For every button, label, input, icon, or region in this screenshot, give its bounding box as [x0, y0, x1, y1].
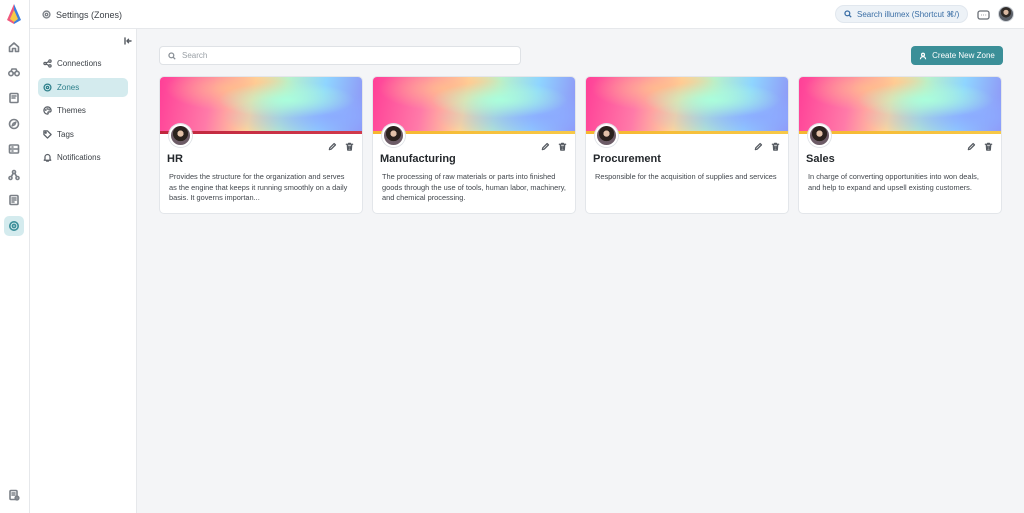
list-icon[interactable] — [6, 141, 22, 157]
trash-icon[interactable] — [770, 141, 780, 151]
trash-icon[interactable] — [557, 141, 567, 151]
sidebar-item-label: Zones — [57, 83, 80, 92]
zone-card-manufacturing[interactable]: Manufacturing The processing of raw mate… — [372, 76, 576, 214]
create-new-zone-button[interactable]: Create New Zone — [911, 46, 1003, 65]
zone-search-input[interactable] — [182, 51, 502, 60]
edit-icon[interactable] — [327, 141, 337, 151]
zone-name: HR — [167, 153, 183, 165]
zone-description: In charge of converting opportunities in… — [808, 172, 979, 192]
connections-icon — [43, 59, 52, 68]
zone-name: Manufacturing — [380, 153, 456, 165]
chat-icon[interactable] — [977, 8, 990, 20]
zone-description: The processing of raw materials or parts… — [382, 172, 566, 202]
create-new-zone-label: Create New Zone — [932, 51, 995, 60]
card-actions — [327, 141, 354, 151]
zone-avatar — [808, 124, 831, 147]
report-icon[interactable] — [6, 192, 22, 208]
global-search-button[interactable]: Search illumex (Shortcut ⌘/) — [835, 5, 968, 23]
book-icon[interactable] — [6, 90, 22, 106]
sidebar-item-connections[interactable]: Connections — [38, 54, 128, 73]
sidebar-item-themes[interactable]: Themes — [38, 101, 128, 120]
edit-icon[interactable] — [966, 141, 976, 151]
zone-card-procurement[interactable]: Procurement Responsible for the acquisit… — [585, 76, 789, 214]
sidebar-item-label: Connections — [57, 59, 102, 68]
card-actions — [753, 141, 780, 151]
bell-icon — [43, 153, 52, 162]
card-actions — [966, 141, 993, 151]
zone-description: Responsible for the acquisition of suppl… — [595, 172, 777, 181]
docs-icon[interactable] — [6, 487, 22, 503]
zone-name: Procurement — [593, 153, 661, 165]
zone-description: Provides the structure for the organizat… — [169, 172, 348, 202]
zone-card-sales[interactable]: Sales In charge of converting opportunit… — [798, 76, 1002, 214]
search-icon — [844, 10, 852, 18]
sidebar-item-tags[interactable]: Tags — [38, 125, 128, 144]
zone-avatar — [169, 124, 192, 147]
search-icon — [168, 51, 176, 60]
app-rail — [0, 0, 30, 513]
palette-icon — [43, 106, 52, 115]
user-avatar[interactable] — [998, 6, 1014, 22]
binoculars-icon[interactable] — [6, 64, 22, 80]
trash-icon[interactable] — [983, 141, 993, 151]
settings-sidebar: Connections Zones Themes Tags Notificati… — [30, 29, 137, 513]
edit-icon[interactable] — [753, 141, 763, 151]
zone-search[interactable] — [159, 46, 521, 65]
sidebar-item-notifications[interactable]: Notifications — [38, 148, 128, 167]
home-icon[interactable] — [6, 39, 22, 55]
zone-avatar — [595, 124, 618, 147]
main-content: Create New Zone HR Provides the structur… — [138, 29, 1024, 513]
zone-card-hr[interactable]: HR Provides the structure for the organi… — [159, 76, 363, 214]
global-search-label: Search illumex (Shortcut ⌘/) — [857, 9, 960, 19]
sidebar-item-zones[interactable]: Zones — [38, 78, 128, 97]
user-add-icon — [919, 52, 927, 59]
zone-avatar — [382, 124, 405, 147]
sidebar-item-label: Tags — [57, 130, 74, 139]
edit-icon[interactable] — [540, 141, 550, 151]
page-title: Settings (Zones) — [42, 7, 122, 22]
sidebar-item-label: Themes — [57, 106, 86, 115]
zone-cards: HR Provides the structure for the organi… — [159, 76, 1004, 216]
zone-name: Sales — [806, 153, 835, 165]
settings-icon[interactable] — [4, 216, 24, 236]
zone-banner — [586, 77, 788, 134]
trash-icon[interactable] — [344, 141, 354, 151]
illumex-logo-icon[interactable] — [7, 4, 21, 24]
compass-icon[interactable] — [6, 116, 22, 132]
card-actions — [540, 141, 567, 151]
tag-icon — [43, 130, 52, 139]
top-bar: Settings (Zones) Search illumex (Shortcu… — [30, 0, 1024, 29]
zone-banner — [799, 77, 1001, 134]
zones-icon — [43, 83, 52, 92]
zone-banner — [160, 77, 362, 134]
zone-banner — [373, 77, 575, 134]
collapse-sidebar-icon[interactable] — [123, 33, 133, 45]
settings-icon — [42, 10, 51, 19]
sidebar-item-label: Notifications — [57, 153, 101, 162]
graph-icon[interactable] — [6, 167, 22, 183]
page-title-text: Settings (Zones) — [56, 9, 123, 20]
